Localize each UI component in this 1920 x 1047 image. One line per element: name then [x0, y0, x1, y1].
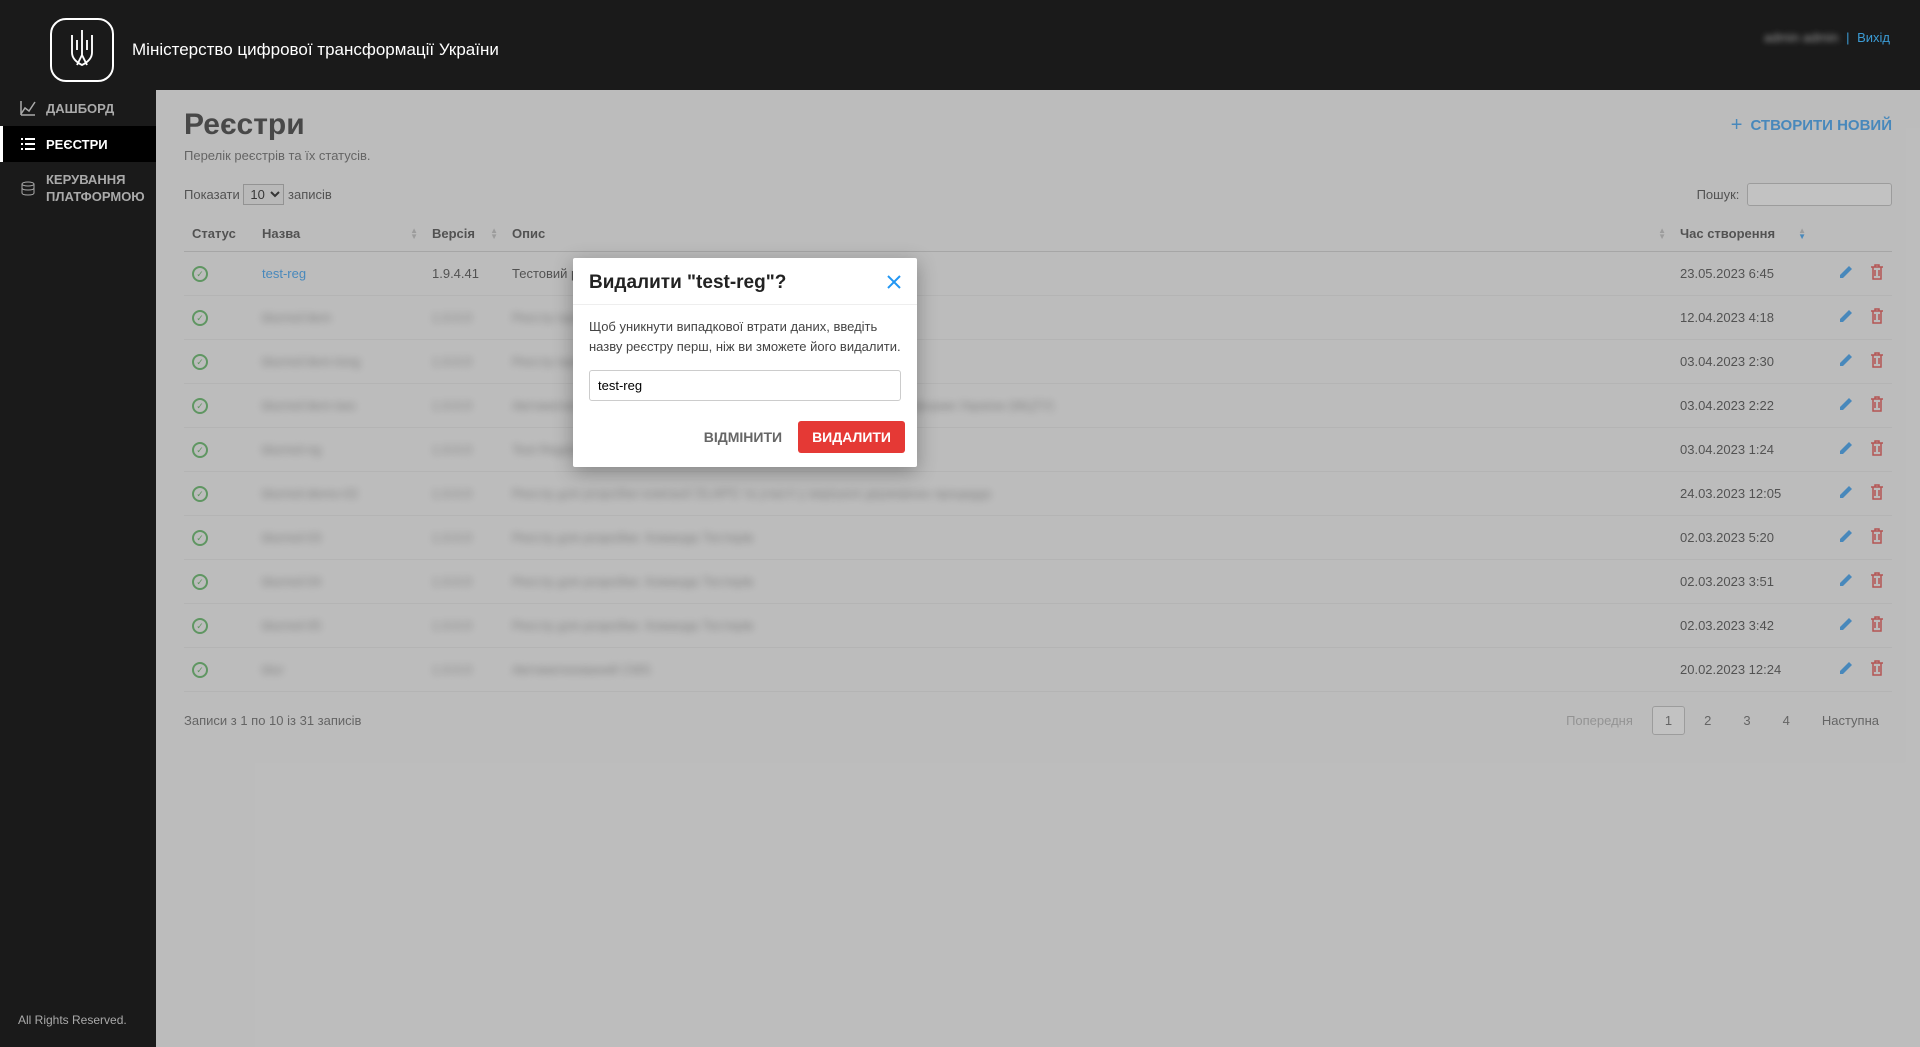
content: Реєстри + СТВОРИТИ НОВИЙ Перелік реєстрі…: [156, 90, 1920, 1047]
sidebar: ДАШБОРД РЕЄСТРИ КЕРУВАННЯ ПЛАТФОРМОЮ: [0, 90, 156, 1047]
tryzub-icon: [66, 30, 98, 70]
header-title: Міністерство цифрової трансформації Укра…: [132, 40, 499, 60]
sidebar-item-label: РЕЄСТРИ: [46, 137, 108, 152]
separator: |: [1846, 30, 1849, 45]
sidebar-item-label: КЕРУВАННЯ ПЛАТФОРМОЮ: [46, 172, 145, 206]
sidebar-item-registries[interactable]: РЕЄСТРИ: [0, 126, 156, 162]
close-icon: [887, 275, 901, 289]
modal-close-button[interactable]: [887, 273, 901, 294]
modal-body-text: Щоб уникнути випадкової втрати даних, вв…: [589, 317, 901, 356]
list-icon: [20, 136, 36, 152]
logout-link[interactable]: Вихід: [1857, 30, 1890, 45]
logo: [50, 18, 114, 82]
modal-cancel-button[interactable]: ВІДМІНИТИ: [698, 421, 788, 453]
modal-confirm-button[interactable]: ВИДАЛИТИ: [798, 421, 905, 453]
main-header: Міністерство цифрової трансформації Укра…: [0, 10, 1920, 90]
sidebar-item-dashboard[interactable]: ДАШБОРД: [0, 90, 156, 126]
sidebar-item-platform[interactable]: КЕРУВАННЯ ПЛАТФОРМОЮ: [0, 162, 156, 216]
chart-icon: [20, 100, 36, 116]
confirm-name-input[interactable]: [589, 370, 901, 401]
footer-text: All Rights Reserved.: [18, 1013, 127, 1027]
modal-title: Видалити "test-reg"?: [589, 272, 786, 294]
delete-confirm-modal: Видалити "test-reg"? Щоб уникнути випадк…: [573, 258, 917, 467]
database-icon: [20, 181, 36, 197]
username-label: admin admin: [1764, 30, 1838, 45]
sidebar-item-label: ДАШБОРД: [46, 101, 114, 116]
